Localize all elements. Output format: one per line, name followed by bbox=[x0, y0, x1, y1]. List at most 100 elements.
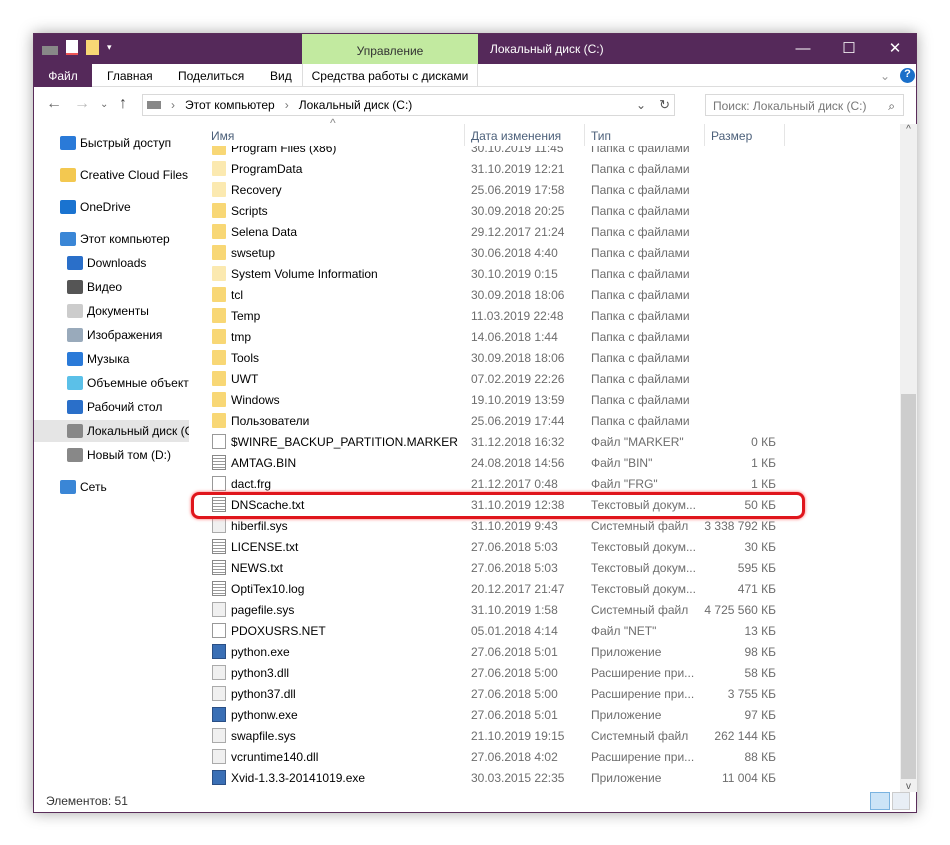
file-row[interactable]: NEWS.txt 27.06.2018 5:03 Текстовый докум..… bbox=[190, 557, 900, 578]
forward-button[interactable]: → bbox=[74, 95, 90, 113]
maximize-button[interactable]: ☐ bbox=[826, 34, 872, 64]
sidebar-item[interactable]: Музыка bbox=[34, 348, 189, 370]
scrollbar-thumb[interactable] bbox=[901, 394, 916, 779]
back-button[interactable]: ← bbox=[46, 95, 62, 113]
sidebar-item[interactable]: Сеть bbox=[34, 476, 189, 498]
sidebar-item-label: Изображения bbox=[87, 328, 163, 342]
close-button[interactable]: ✕ bbox=[872, 34, 918, 64]
file-date: 30.10.2019 0:15 bbox=[471, 267, 558, 281]
sidebar-item[interactable]: Документы bbox=[34, 300, 189, 322]
sidebar-item[interactable]: Объемные объект bbox=[34, 372, 189, 394]
file-row[interactable]: tcl 30.09.2018 18:06 Папка с файлами bbox=[190, 284, 900, 305]
file-row[interactable]: python37.dll 27.06.2018 5:00 Расширение пр… bbox=[190, 683, 900, 704]
column-name[interactable]: Имя bbox=[211, 129, 234, 143]
file-row[interactable]: LICENSE.txt 27.06.2018 5:03 Текстовый доку… bbox=[190, 536, 900, 557]
navigation-pane: Быстрый доступ Creative Cloud Files OneDri… bbox=[34, 126, 189, 806]
properties-icon[interactable] bbox=[66, 40, 78, 55]
details-view-button[interactable] bbox=[870, 792, 890, 810]
breadcrumb-this-pc[interactable]: Этот компьютер bbox=[185, 98, 275, 112]
refresh-icon[interactable]: ↻ bbox=[659, 97, 670, 113]
up-button[interactable]: ↑ bbox=[119, 95, 127, 113]
file-size: 30 КБ bbox=[744, 540, 776, 554]
file-row[interactable]: UWT 07.02.2019 22:26 Папка с файлами bbox=[190, 368, 900, 389]
file-row[interactable]: Windows 19.10.2019 13:59 Папка с файлами bbox=[190, 389, 900, 410]
file-row[interactable]: Tools 30.09.2018 18:06 Папка с файлами bbox=[190, 347, 900, 368]
expand-ribbon-icon[interactable]: ⌄ bbox=[880, 69, 890, 83]
file-row[interactable]: swapfile.sys 21.10.2019 19:15 Системный фа… bbox=[190, 725, 900, 746]
file-row[interactable]: ProgramData 31.10.2019 12:21 Папка с файла… bbox=[190, 158, 900, 179]
file-row[interactable]: Temp 11.03.2019 22:48 Папка с файлами bbox=[190, 305, 900, 326]
column-size[interactable]: Размер bbox=[711, 129, 752, 143]
help-icon[interactable]: ? bbox=[900, 68, 915, 83]
sidebar-item[interactable]: Локальный диск (C bbox=[34, 420, 189, 442]
sysf-icon bbox=[212, 728, 226, 743]
file-row[interactable]: Scripts 30.09.2018 20:25 Папка с файлами bbox=[190, 200, 900, 221]
file-row[interactable]: Selena Data 29.12.2017 21:24 Папка с файла… bbox=[190, 221, 900, 242]
sidebar-item[interactable]: Видео bbox=[34, 276, 189, 298]
file-row[interactable]: pagefile.sys 31.10.2019 1:58 Системный фай… bbox=[190, 599, 900, 620]
scroll-down-icon[interactable]: v bbox=[900, 781, 917, 792]
drive-icon bbox=[67, 424, 83, 438]
file-row[interactable]: $WINRE_BACKUP_PARTITION.MARKER 31.12.2018… bbox=[190, 431, 900, 452]
file-size: 262 144 КБ bbox=[714, 729, 776, 743]
sidebar-item[interactable]: Рабочий стол bbox=[34, 396, 189, 418]
file-type: Приложение bbox=[591, 771, 662, 785]
file-row[interactable]: tmp 14.06.2018 1:44 Папка с файлами bbox=[190, 326, 900, 347]
file-date: 27.06.2018 5:03 bbox=[471, 540, 558, 554]
file-row[interactable]: System Volume Information 30.10.2019 0:15… bbox=[190, 263, 900, 284]
sidebar-item-label: Объемные объект bbox=[87, 376, 189, 390]
folder-icon bbox=[212, 182, 226, 197]
sidebar-item[interactable]: Этот компьютер bbox=[34, 228, 189, 250]
address-bar[interactable]: › Этот компьютер › Локальный диск (C:) ⌄… bbox=[142, 94, 675, 116]
file-row[interactable]: Program Files (x86) 30.10.2019 11:45 Папка… bbox=[190, 146, 900, 158]
sidebar-item[interactable]: Изображения bbox=[34, 324, 189, 346]
file-name: hiberfil.sys bbox=[231, 519, 288, 533]
file-row[interactable]: Пользователи 25.06.2019 17:44 Папка с файл… bbox=[190, 410, 900, 431]
file-row[interactable]: pythonw.exe 27.06.2018 5:01 Приложение 97 К… bbox=[190, 704, 900, 725]
file-row[interactable]: AMTAG.BIN 24.08.2018 14:56 Файл "BIN" 1 КБ bbox=[190, 452, 900, 473]
file-name: python37.dll bbox=[231, 687, 296, 701]
sidebar-item[interactable]: OneDrive bbox=[34, 196, 189, 218]
tab-share[interactable]: Поделиться bbox=[178, 69, 244, 83]
customize-qat-icon[interactable]: ▾ bbox=[107, 42, 112, 53]
file-row[interactable]: OptiTex10.log 20.12.2017 21:47 Текстовый д… bbox=[190, 578, 900, 599]
breadcrumb-local-disk[interactable]: Локальный диск (C:) bbox=[299, 98, 413, 112]
minimize-button[interactable]: — bbox=[780, 34, 826, 64]
sidebar-item-label: Этот компьютер bbox=[80, 232, 170, 246]
address-dropdown-icon[interactable]: ⌄ bbox=[636, 98, 646, 112]
tab-file[interactable]: Файл bbox=[34, 64, 92, 87]
tab-view[interactable]: Вид bbox=[270, 69, 292, 83]
doc-icon bbox=[212, 476, 226, 491]
file-row[interactable]: python3.dll 27.06.2018 5:00 Расширение при… bbox=[190, 662, 900, 683]
file-row[interactable]: Xvid-1.3.3-20141019.exe 30.03.2015 22:35 П… bbox=[190, 767, 900, 788]
scroll-up-icon[interactable]: ^ bbox=[900, 124, 917, 135]
file-name: Program Files (x86) bbox=[231, 146, 337, 155]
file-row[interactable]: PDOXUSRS.NET 05.01.2018 4:14 Файл "NET" 13 … bbox=[190, 620, 900, 641]
column-date[interactable]: Дата изменения bbox=[471, 129, 561, 143]
new-folder-icon[interactable] bbox=[86, 40, 99, 55]
file-row[interactable]: vcruntime140.dll 27.06.2018 4:02 Расширени… bbox=[190, 746, 900, 767]
recent-locations-icon[interactable]: ⌄ bbox=[100, 99, 108, 110]
file-row[interactable]: Recovery 25.06.2019 17:58 Папка с файлами bbox=[190, 179, 900, 200]
file-date: 31.10.2019 9:43 bbox=[471, 519, 558, 533]
sidebar-item[interactable]: Быстрый доступ bbox=[34, 132, 189, 154]
file-row[interactable]: dact.frg 21.12.2017 0:48 Файл "FRG" 1 КБ bbox=[190, 473, 900, 494]
file-size: 88 КБ bbox=[744, 750, 776, 764]
sidebar-item[interactable]: Creative Cloud Files bbox=[34, 164, 189, 186]
file-type: Папка с файлами bbox=[591, 414, 690, 428]
tab-home[interactable]: Главная bbox=[107, 69, 153, 83]
doc-icon bbox=[212, 560, 226, 575]
file-name: $WINRE_BACKUP_PARTITION.MARKER bbox=[231, 435, 458, 449]
search-input[interactable]: Поиск: Локальный диск (C:) ⌕ bbox=[705, 94, 904, 116]
column-divider bbox=[704, 124, 705, 146]
file-size: 4 725 560 КБ bbox=[704, 603, 776, 617]
sidebar-item-label: Музыка bbox=[87, 352, 130, 366]
sidebar-item[interactable]: Новый том (D:) bbox=[34, 444, 189, 466]
vertical-scrollbar[interactable]: ^ v bbox=[900, 124, 917, 792]
large-icons-view-button[interactable] bbox=[892, 792, 910, 810]
column-type[interactable]: Тип bbox=[591, 129, 611, 143]
file-date: 21.10.2019 19:15 bbox=[471, 729, 565, 743]
sidebar-item[interactable]: Downloads bbox=[34, 252, 189, 274]
file-row[interactable]: python.exe 27.06.2018 5:01 Приложение 98 КБ bbox=[190, 641, 900, 662]
file-row[interactable]: swsetup 30.06.2018 4:40 Папка с файлами bbox=[190, 242, 900, 263]
